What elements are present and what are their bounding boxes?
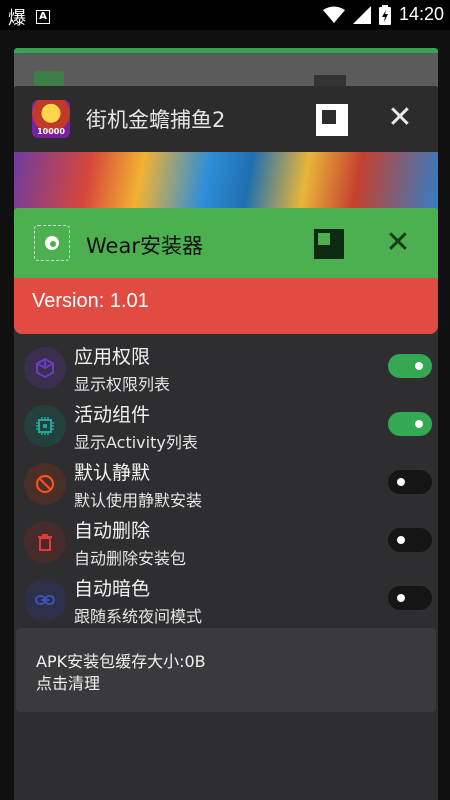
toggle-switch[interactable] <box>388 354 432 378</box>
toggle-switch[interactable] <box>388 528 432 552</box>
block-icon <box>24 463 66 505</box>
signal-icon <box>352 5 371 24</box>
task-header: 10000 街机金蟾捕鱼2 ✕ <box>14 86 438 152</box>
settings-list: 应用权限 显示权限列表 活动组件 显示Activity列表 默认静默 默认使用静… <box>14 338 438 628</box>
battery-icon <box>378 4 391 25</box>
clock: 14:20 <box>398 4 444 24</box>
wifi-icon <box>322 6 345 23</box>
toggle-knob <box>397 536 405 544</box>
app-switcher-screen: 爆 A 14:20 10000 街机金蟾捕鱼2 ✕ Wear安装器 ✕ Vers… <box>0 0 450 800</box>
split-screen-icon[interactable] <box>316 104 348 136</box>
toggle-knob <box>415 362 423 370</box>
status-left: 爆 A <box>8 4 50 30</box>
toggle-switch[interactable] <box>388 412 432 436</box>
notification-app-glyph: 爆 <box>8 8 26 29</box>
setting-row-auto-dark[interactable]: 自动暗色 跟随系统夜间模式 <box>14 570 438 628</box>
status-bar: 爆 A 14:20 <box>0 0 450 30</box>
cube-icon <box>24 347 66 389</box>
split-screen-icon[interactable] <box>314 229 344 259</box>
setting-subtitle: 自动删除安装包 <box>74 549 187 568</box>
task-title: 街机金蟾捕鱼2 <box>86 108 226 132</box>
game-app-icon: 10000 <box>32 100 70 138</box>
setting-subtitle: 显示权限列表 <box>74 375 171 394</box>
chip-icon <box>24 405 66 447</box>
toggle-knob <box>397 594 405 602</box>
recent-task-card-background[interactable] <box>14 48 438 91</box>
setting-title: 活动组件 <box>74 404 151 426</box>
toggle-knob <box>415 420 423 428</box>
toggle-switch[interactable] <box>388 470 432 494</box>
recent-task-card-game[interactable]: 10000 街机金蟾捕鱼2 ✕ <box>14 86 438 218</box>
setting-row-activity-components[interactable]: 活动组件 显示Activity列表 <box>14 396 438 454</box>
toggle-switch[interactable] <box>388 586 432 610</box>
clear-cache-link[interactable]: 点击清理 <box>36 670 100 694</box>
notification-a-icon: A <box>36 10 50 24</box>
wrench-icon <box>34 225 70 261</box>
setting-title: 自动暗色 <box>74 578 151 600</box>
setting-title: 自动删除 <box>74 520 151 542</box>
cache-clear-card[interactable]: APK安装包缓存大小:0B 点击清理 <box>16 628 436 712</box>
setting-row-auto-delete[interactable]: 自动删除 自动删除安装包 <box>14 512 438 570</box>
version-label: Version: 1.01 <box>32 290 149 312</box>
version-banner: Version: 1.01 <box>14 278 438 334</box>
task-title: Wear安装器 <box>86 234 203 258</box>
toggle-knob <box>397 478 405 486</box>
setting-row-app-permissions[interactable]: 应用权限 显示权限列表 <box>14 338 438 396</box>
link-icon <box>24 579 66 621</box>
close-icon[interactable]: ✕ <box>382 100 418 136</box>
setting-title: 默认静默 <box>74 462 151 484</box>
setting-subtitle: 默认使用静默安装 <box>74 491 203 510</box>
trash-icon <box>24 521 66 563</box>
setting-title: 应用权限 <box>74 346 151 368</box>
task-header: Wear安装器 ✕ <box>14 208 438 278</box>
close-icon[interactable]: ✕ <box>380 225 416 261</box>
recent-task-card-wear[interactable]: Wear安装器 ✕ Version: 1.01 应用权限 显示权限列表 活动组件… <box>14 208 438 800</box>
status-right: 14:20 <box>322 4 444 25</box>
setting-subtitle: 显示Activity列表 <box>74 433 198 452</box>
cache-size-label: APK安装包缓存大小:0B <box>36 652 206 671</box>
setting-subtitle: 跟随系统夜间模式 <box>74 607 203 626</box>
setting-row-silent-install[interactable]: 默认静默 默认使用静默安装 <box>14 454 438 512</box>
game-icon-label: 10000 <box>37 127 65 136</box>
